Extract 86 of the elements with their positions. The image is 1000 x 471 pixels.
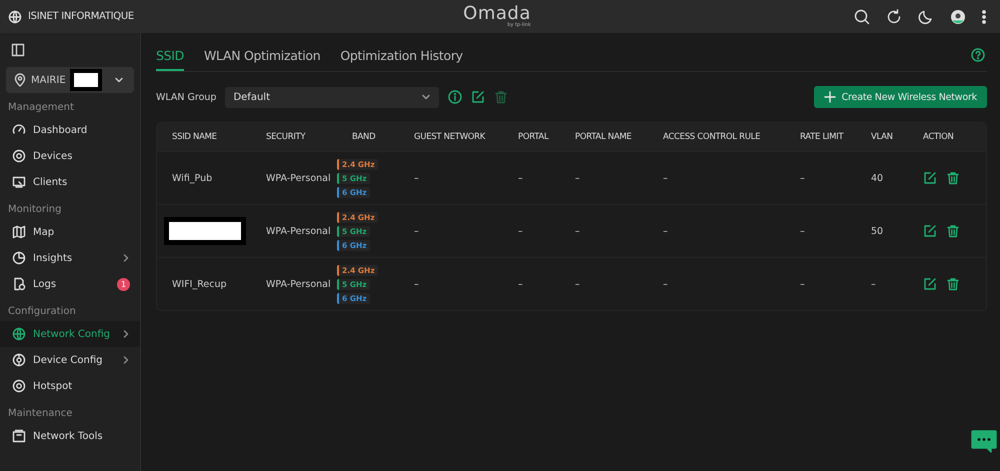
- refresh-icon[interactable]: [886, 8, 902, 24]
- table-cell: –: [414, 278, 419, 290]
- table-cell: –: [663, 226, 668, 236]
- sidebar-item[interactable]: Dashboard: [0, 117, 140, 143]
- field-label: WLAN Group: [156, 92, 216, 102]
- table-cell: 50: [871, 226, 884, 236]
- column-header: VLAN: [870, 132, 894, 142]
- table-cell: –: [575, 278, 580, 290]
- table-cell: –: [575, 226, 580, 236]
- table-cell: –: [414, 172, 419, 184]
- globe-icon: [8, 10, 22, 24]
- table-cell: –: [663, 278, 668, 290]
- plus-icon: [824, 91, 836, 103]
- trash-icon[interactable]: [946, 171, 960, 185]
- table-cell: –: [518, 226, 523, 236]
- edit-icon[interactable]: [923, 171, 937, 185]
- chevron-down-icon: [114, 75, 124, 85]
- chat-icon[interactable]: [971, 430, 997, 454]
- monitor-icon: [12, 175, 26, 189]
- trash-icon[interactable]: [946, 224, 960, 238]
- section-heading: Maintenance: [7, 407, 74, 421]
- moon-icon[interactable]: [918, 8, 934, 24]
- sidebar-item[interactable]: Hotspot: [0, 373, 140, 399]
- column-header: SECURITY: [265, 132, 306, 142]
- search-icon[interactable]: [854, 8, 870, 24]
- info-icon[interactable]: [448, 90, 462, 104]
- column-header: SSID NAME: [171, 132, 218, 142]
- table-cell: Wifi_Pub: [172, 172, 212, 184]
- sidebar-item[interactable]: Devices: [0, 143, 140, 169]
- target-icon: [12, 379, 26, 393]
- wlan-group-dropdown[interactable]: Default: [225, 86, 440, 108]
- gear-icon: [12, 353, 26, 367]
- avatar-icon[interactable]: [950, 8, 966, 24]
- sidebar-item[interactable]: Logs 1: [0, 271, 140, 297]
- section-heading: Configuration: [7, 305, 77, 319]
- table-cell: –: [663, 172, 668, 184]
- sidebar-item[interactable]: Network Tools: [0, 423, 140, 449]
- section-heading: Management: [7, 101, 75, 115]
- target-icon: [12, 149, 26, 163]
- sidebar-item[interactable]: Network Config: [0, 321, 140, 347]
- sidebar-toggle-icon[interactable]: [11, 43, 25, 57]
- site-selector[interactable]: MAIRIE: [6, 67, 134, 93]
- table-cell: WPA-Personal: [266, 278, 331, 290]
- tab[interactable]: WLAN Optimization: [204, 48, 320, 71]
- table-cell: –: [575, 172, 580, 184]
- table-cell: 40: [871, 172, 884, 184]
- trash-icon[interactable]: [946, 277, 960, 291]
- table-cell: –: [800, 278, 805, 290]
- table-cell: –: [518, 278, 523, 290]
- edit-icon[interactable]: [471, 90, 486, 104]
- table-cell: –: [800, 226, 805, 236]
- count-badge: 1: [117, 278, 130, 290]
- chevron-down-icon: [421, 92, 432, 102]
- pie-chart-icon: [12, 251, 26, 265]
- column-header: RATE LIMIT: [799, 132, 845, 142]
- table-cell: WPA-Personal: [266, 226, 331, 236]
- table-cell: WPA-Personal: [266, 172, 331, 184]
- column-header: ACCESS CONTROL RULE: [662, 132, 762, 142]
- sidebar-item[interactable]: Clients: [0, 169, 140, 195]
- section-heading: Monitoring: [7, 203, 62, 217]
- table-cell: WIFI_Recup: [172, 278, 227, 290]
- location-pin-icon: [13, 73, 27, 87]
- create-network-button[interactable]: Create New Wireless Network: [814, 86, 987, 108]
- sidebar-item[interactable]: Device Config: [0, 347, 140, 373]
- column-header: PORTAL: [517, 132, 550, 142]
- column-header: ACTION: [922, 132, 955, 142]
- map-icon: [12, 225, 26, 239]
- tab[interactable]: Optimization History: [340, 48, 463, 71]
- globe-icon: [12, 327, 26, 341]
- table-cell: –: [800, 172, 805, 184]
- sidebar-item[interactable]: Map: [0, 219, 140, 245]
- help-icon[interactable]: [971, 48, 985, 62]
- sidebar-item[interactable]: Insights: [0, 245, 140, 271]
- document-icon: [12, 277, 26, 291]
- table-cell: –: [871, 278, 876, 290]
- tab[interactable]: SSID: [156, 48, 184, 71]
- table-cell: –: [518, 172, 523, 184]
- more-icon[interactable]: [982, 8, 986, 24]
- column-header: GUEST NETWORK: [413, 132, 486, 142]
- column-header: PORTAL NAME: [574, 132, 632, 142]
- table-cell: –: [414, 226, 419, 236]
- edit-icon[interactable]: [923, 277, 937, 291]
- edit-icon[interactable]: [923, 224, 937, 238]
- organization-name[interactable]: ISINET INFORMATIQUE: [28, 11, 134, 22]
- toolbox-icon: [12, 429, 26, 443]
- column-header: BAND: [351, 132, 376, 142]
